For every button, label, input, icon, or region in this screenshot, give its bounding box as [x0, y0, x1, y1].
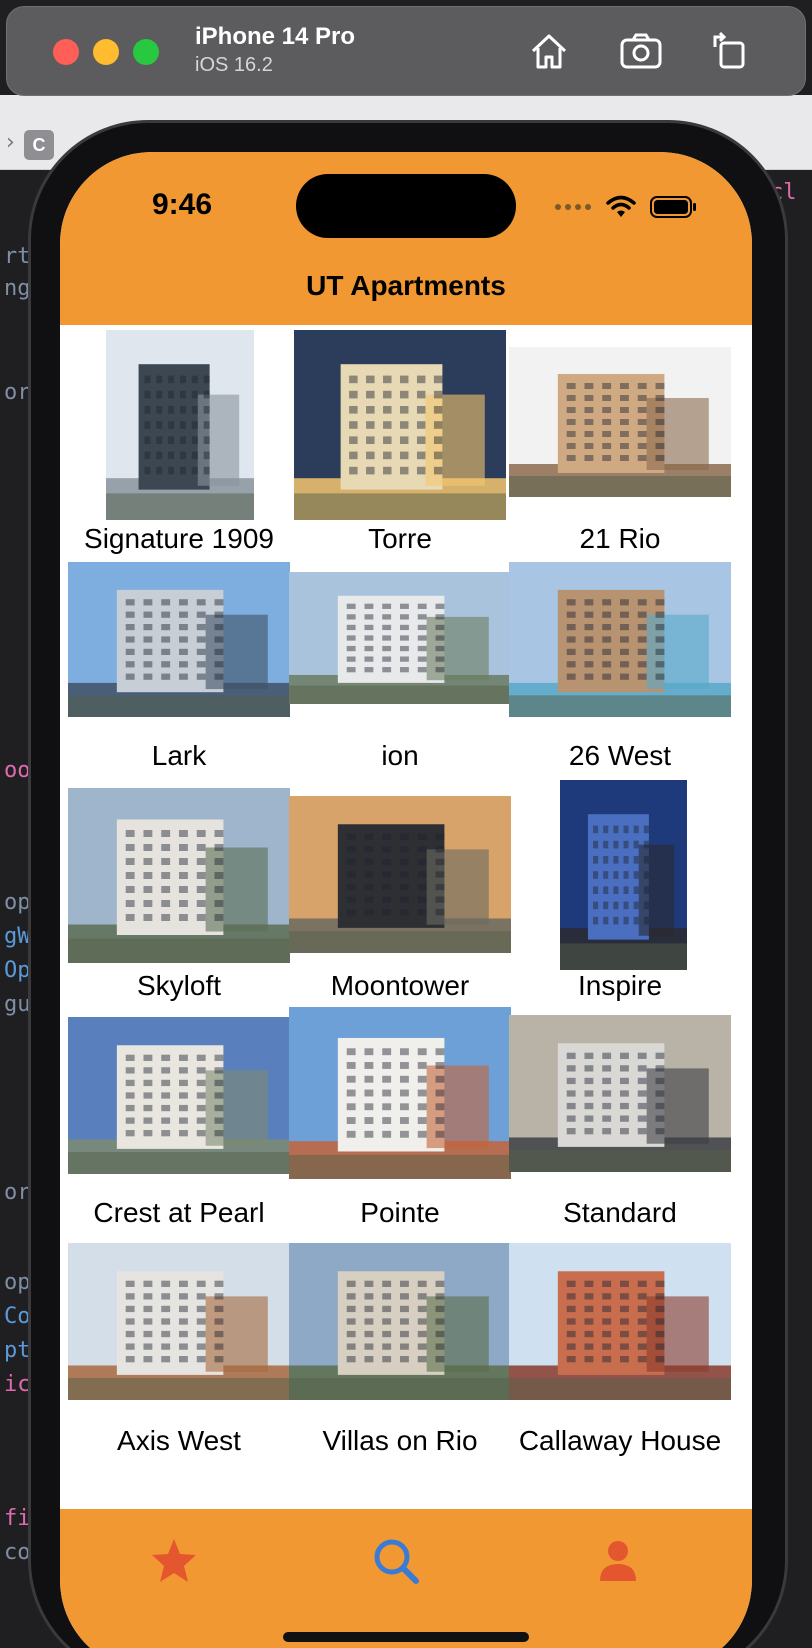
apartment-photo[interactable]: [289, 1243, 511, 1400]
apartment-name: Standard: [563, 1197, 677, 1228]
code-fragment: co: [4, 1540, 31, 1565]
apartment-card[interactable]: Lark: [64, 552, 294, 779]
apartment-photo[interactable]: [289, 796, 511, 953]
apartment-name: Signature 1909: [84, 523, 274, 554]
apartment-card[interactable]: 26 West: [505, 552, 735, 779]
tab-profile[interactable]: [588, 1531, 648, 1591]
apartment-card[interactable]: Axis West: [64, 1235, 294, 1462]
apartment-photo[interactable]: [289, 572, 511, 704]
apartment-name: Callaway House: [518, 1425, 722, 1456]
page-title: UT Apartments: [306, 270, 506, 301]
code-fragment: pt: [4, 1338, 31, 1363]
screenshot-button[interactable]: [617, 27, 665, 75]
apartment-photo[interactable]: [68, 788, 290, 963]
code-fragment: op: [4, 890, 31, 915]
rotate-button[interactable]: [707, 27, 755, 75]
code-fragment: Op: [4, 958, 31, 983]
apartment-name: Torre: [368, 523, 432, 554]
apartment-name: ion: [381, 740, 419, 771]
apartment-card[interactable]: Standard: [505, 1007, 735, 1234]
code-fragment: Co: [4, 1304, 31, 1329]
dynamic-island: [296, 174, 516, 238]
apartment-photo[interactable]: [106, 330, 254, 520]
apartment-grid: Signature 1909 Torre 21 Rio Lark ion 26 West S…: [60, 325, 752, 1648]
apartment-photo[interactable]: [509, 562, 731, 717]
apartment-card[interactable]: Callaway House: [505, 1235, 735, 1462]
tab-search[interactable]: [366, 1531, 426, 1591]
apartment-name: Pointe: [360, 1197, 440, 1228]
battery-icon: [650, 196, 696, 218]
apartment-name: Axis West: [117, 1425, 241, 1456]
code-fragment: ic: [4, 1372, 31, 1397]
apartment-photo[interactable]: [68, 1017, 290, 1174]
os-version: iOS 16.2: [195, 54, 273, 76]
code-fragment: ng: [4, 276, 31, 301]
code-fragment: gu: [4, 992, 31, 1017]
apartment-card[interactable]: Pointe: [285, 1007, 515, 1234]
apartment-name: Villas on Rio: [322, 1425, 478, 1456]
close-window-button[interactable]: [53, 39, 79, 65]
search-icon: [374, 1539, 419, 1584]
apartment-photo[interactable]: [560, 780, 687, 970]
signal-dots-icon: [555, 204, 591, 210]
apartment-photo[interactable]: [509, 347, 731, 497]
apartment-name: Inspire: [577, 970, 663, 1001]
rotate-icon: [713, 31, 745, 69]
navigation-header: 9:46 UT Apartments: [60, 152, 752, 325]
apartment-card[interactable]: Skyloft: [64, 780, 294, 1007]
apartment-name: 26 West: [568, 740, 672, 771]
apartment-card[interactable]: Crest at Pearl: [64, 1007, 294, 1234]
apartment-card[interactable]: Inspire: [505, 780, 735, 1007]
code-fragment: oo: [4, 758, 31, 783]
apartment-photo[interactable]: [68, 1243, 290, 1400]
code-fragment: gW: [4, 924, 31, 949]
status-time: 9:46: [152, 188, 213, 221]
apartment-photo[interactable]: [68, 562, 290, 717]
apartment-name: Moontower: [330, 970, 470, 1001]
code-fragment: or: [4, 380, 31, 405]
apartment-card[interactable]: Villas on Rio: [285, 1235, 515, 1462]
device-name: iPhone 14 Pro: [195, 23, 356, 50]
code-fragment: or: [4, 1180, 31, 1205]
apartment-name: 21 Rio: [579, 523, 661, 554]
phone-screen: 9:46 UT Apartments Signature 1909 Torre 21…: [60, 152, 752, 1648]
minimize-window-button[interactable]: [93, 39, 119, 65]
screenshot-icon: [620, 33, 662, 69]
home-indicator: [283, 1632, 529, 1642]
apartment-card[interactable]: Torre: [285, 325, 515, 554]
apartment-card[interactable]: 21 Rio: [505, 325, 735, 554]
code-fragment: rt: [4, 244, 31, 269]
apartment-photo[interactable]: [509, 1243, 731, 1400]
wifi-icon: [606, 195, 636, 217]
code-fragment: op: [4, 1270, 31, 1295]
star-icon: [152, 1539, 196, 1582]
apartment-photo[interactable]: [294, 330, 506, 520]
zoom-window-button[interactable]: [133, 39, 159, 65]
apartment-card[interactable]: ion: [285, 552, 515, 779]
status-icons: [554, 192, 696, 222]
tab-favorites[interactable]: [144, 1531, 204, 1591]
apartment-name: Crest at Pearl: [93, 1197, 265, 1228]
apartment-name: Lark: [151, 740, 207, 771]
home-icon: [531, 34, 567, 69]
xcode-file-icon: C: [24, 130, 54, 160]
tab-bar: [60, 1509, 752, 1648]
code-fragment: fi: [4, 1506, 31, 1531]
apartment-photo[interactable]: [289, 1007, 511, 1179]
chevron-right-icon: ›: [6, 130, 15, 155]
person-icon: [600, 1541, 636, 1581]
home-button[interactable]: [525, 27, 573, 75]
apartment-card[interactable]: Signature 1909: [64, 325, 294, 554]
apartment-photo[interactable]: [509, 1015, 731, 1172]
apartment-card[interactable]: Moontower: [285, 780, 515, 1007]
simulator-titlebar: iPhone 14 Pro iOS 16.2: [6, 6, 806, 96]
apartment-name: Skyloft: [136, 970, 222, 1001]
